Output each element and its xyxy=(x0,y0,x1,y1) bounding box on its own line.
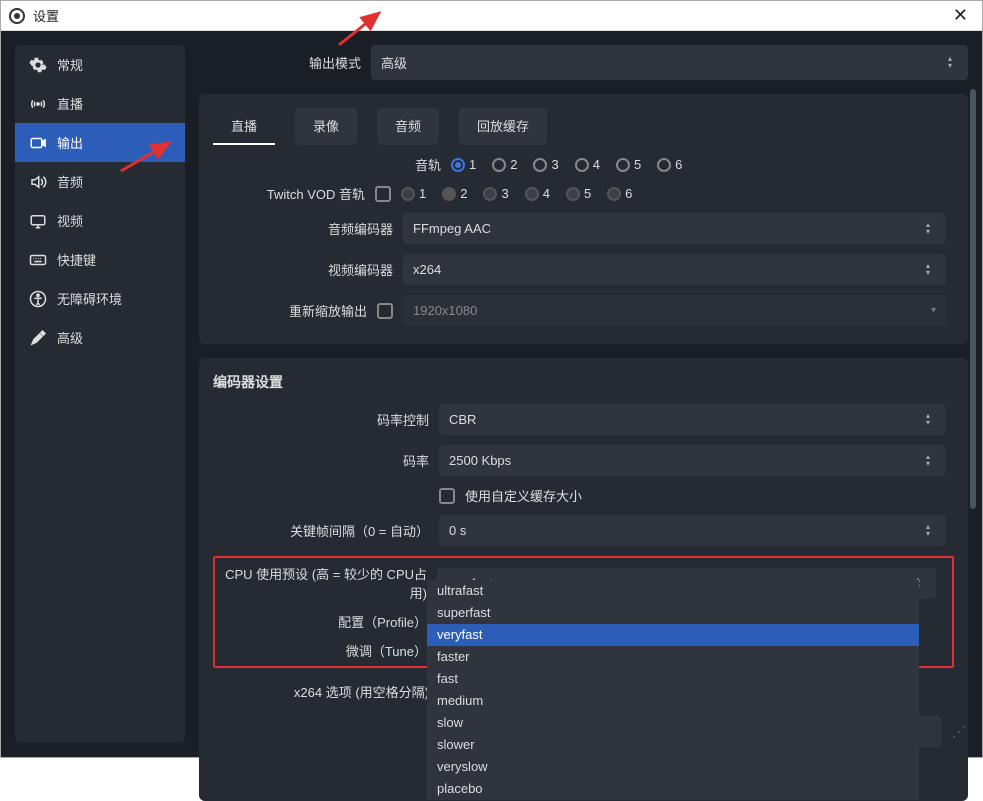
app-icon xyxy=(9,8,25,24)
rescale-label: 重新缩放输出 xyxy=(213,301,367,320)
preset-option-superfast[interactable]: superfast xyxy=(427,602,919,624)
twitch-vod-6[interactable]: 6 xyxy=(607,186,632,201)
video-encoder-select[interactable]: x264 ▴▾ xyxy=(403,254,946,285)
sidebar-item-stream[interactable]: 直播 xyxy=(15,84,185,123)
sidebar-item-label: 无障碍环境 xyxy=(57,289,122,308)
rescale-value: 1920x1080 xyxy=(413,303,477,318)
gear-icon xyxy=(29,56,47,74)
output-mode-select[interactable]: 高级 ▴▾ xyxy=(371,45,968,80)
sidebar-item-label: 视频 xyxy=(57,211,83,230)
sidebar-item-label: 输出 xyxy=(57,133,83,152)
bitrate-value: 2500 Kbps xyxy=(449,453,511,468)
keyframe-value: 0 s xyxy=(449,523,466,538)
sidebar-item-audio[interactable]: 音频 xyxy=(15,162,185,201)
custom-buffer-checkbox[interactable] xyxy=(439,488,455,504)
tools-icon xyxy=(29,329,47,347)
twitch-vod-checkbox[interactable] xyxy=(375,186,391,202)
sidebar-item-advanced[interactable]: 高级 xyxy=(15,318,185,357)
audio-encoder-value: FFmpeg AAC xyxy=(413,221,491,236)
sidebar-item-output[interactable]: 输出 xyxy=(15,123,185,162)
settings-sidebar: 常规 直播 输出 音频 视频 快捷键 xyxy=(15,45,185,743)
bitrate-down-icon[interactable]: ▾ xyxy=(926,461,936,467)
tab-recording[interactable]: 录像 xyxy=(295,108,357,145)
video-encoder-value: x264 xyxy=(413,262,441,277)
audio-track-2[interactable]: 2 xyxy=(492,157,517,172)
bitrate-input[interactable]: 2500 Kbps ▴▾ xyxy=(439,445,946,476)
tab-audio[interactable]: 音频 xyxy=(377,108,439,145)
rescale-checkbox[interactable] xyxy=(377,303,393,319)
close-icon[interactable]: ✕ xyxy=(947,5,974,26)
scrollbar-thumb[interactable] xyxy=(970,89,976,509)
sidebar-item-label: 音频 xyxy=(57,172,83,191)
twitch-vod-3[interactable]: 3 xyxy=(483,186,508,201)
rate-control-select[interactable]: CBR ▴▾ xyxy=(439,404,946,435)
preset-option-veryslow[interactable]: veryslow xyxy=(427,756,919,778)
rate-control-label: 码率控制 xyxy=(213,410,429,429)
twitch-vod-label: Twitch VOD 音轨 xyxy=(213,184,365,203)
monitor-icon xyxy=(29,212,47,230)
sidebar-item-label: 快捷键 xyxy=(57,250,96,269)
twitch-vod-2[interactable]: 2 xyxy=(442,186,467,201)
preset-option-veryfast[interactable]: veryfast xyxy=(427,624,919,646)
output-mode-value: 高级 xyxy=(381,53,407,72)
audio-encoder-label: 音频编码器 xyxy=(213,219,393,238)
tab-replay-buffer[interactable]: 回放缓存 xyxy=(459,108,547,145)
twitch-vod-4[interactable]: 4 xyxy=(525,186,550,201)
audio-track-4[interactable]: 4 xyxy=(575,157,600,172)
preset-option-slower[interactable]: slower xyxy=(427,734,919,756)
keyframe-input[interactable]: 0 s ▴▾ xyxy=(439,515,946,546)
sidebar-item-label: 高级 xyxy=(57,328,83,347)
preset-option-faster[interactable]: faster xyxy=(427,646,919,668)
preset-option-slow[interactable]: slow xyxy=(427,712,919,734)
preset-option-fast[interactable]: fast xyxy=(427,668,919,690)
broadcast-icon xyxy=(29,95,47,113)
window-title: 设置 xyxy=(33,6,59,25)
audio-track-group: 1 2 3 4 5 6 xyxy=(451,157,682,172)
audio-track-label: 音轨 xyxy=(213,155,441,174)
twitch-vod-group: 1 2 3 4 5 6 xyxy=(401,186,632,201)
keyboard-icon xyxy=(29,251,47,269)
audio-encoder-select[interactable]: FFmpeg AAC ▴▾ xyxy=(403,213,946,244)
audio-track-3[interactable]: 3 xyxy=(533,157,558,172)
audio-track-5[interactable]: 5 xyxy=(616,157,641,172)
output-tabs: 直播 录像 音频 回放缓存 xyxy=(213,108,954,145)
output-mode-label: 输出模式 xyxy=(199,53,361,72)
tab-streaming[interactable]: 直播 xyxy=(213,108,275,145)
video-encoder-label: 视频编码器 xyxy=(213,260,393,279)
profile-label: 配置（Profile） xyxy=(223,612,427,631)
rate-control-value: CBR xyxy=(449,412,476,427)
sidebar-item-video[interactable]: 视频 xyxy=(15,201,185,240)
audio-track-1[interactable]: 1 xyxy=(451,157,476,172)
sidebar-item-label: 常规 xyxy=(57,55,83,74)
cpu-preset-dropdown[interactable]: ultrafast superfast veryfast faster fast… xyxy=(427,580,919,800)
preset-option-medium[interactable]: medium xyxy=(427,690,919,712)
bitrate-label: 码率 xyxy=(213,451,429,470)
sidebar-item-hotkeys[interactable]: 快捷键 xyxy=(15,240,185,279)
tune-label: 微调（Tune） xyxy=(223,641,427,660)
sidebar-item-accessibility[interactable]: 无障碍环境 xyxy=(15,279,185,318)
resize-grip-icon[interactable]: ⋰ xyxy=(952,723,964,740)
keyframe-label: 关键帧间隔（0 = 自动） xyxy=(213,521,429,540)
keyframe-down-icon[interactable]: ▾ xyxy=(926,531,936,537)
speaker-icon xyxy=(29,173,47,191)
audio-track-6[interactable]: 6 xyxy=(657,157,682,172)
custom-buffer-label: 使用自定义缓存大小 xyxy=(465,486,582,505)
preset-option-placebo[interactable]: placebo xyxy=(427,778,919,800)
preset-option-ultrafast[interactable]: ultrafast xyxy=(427,580,919,602)
sidebar-item-label: 直播 xyxy=(57,94,83,113)
twitch-vod-1[interactable]: 1 xyxy=(401,186,426,201)
encoder-settings-title: 编码器设置 xyxy=(213,372,954,392)
sidebar-item-general[interactable]: 常规 xyxy=(15,45,185,84)
main-scrollbar[interactable] xyxy=(970,89,976,649)
x264opts-label: x264 选项 (用空格分隔) xyxy=(213,682,429,701)
output-icon xyxy=(29,134,47,152)
cpu-preset-label: CPU 使用预设 (高 = 较少的 CPU占用) xyxy=(223,564,427,602)
accessibility-icon xyxy=(29,290,47,308)
twitch-vod-5[interactable]: 5 xyxy=(566,186,591,201)
rescale-select[interactable]: 1920x1080 ▾ xyxy=(403,295,946,326)
